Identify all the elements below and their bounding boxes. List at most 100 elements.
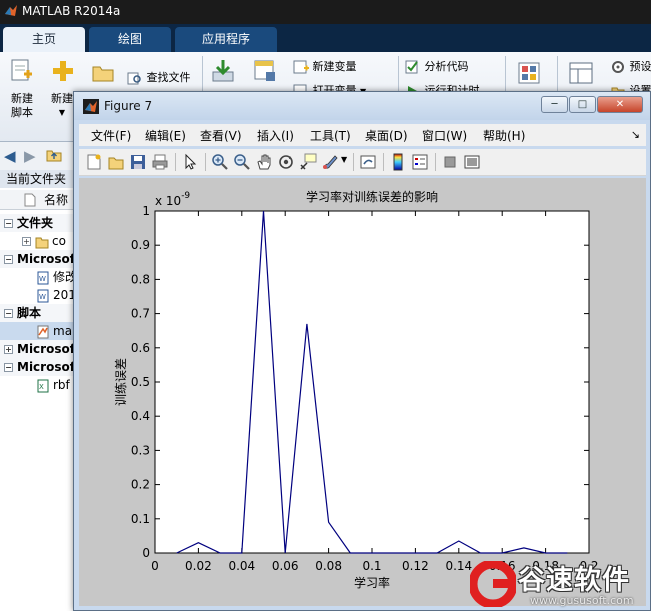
insert-legend-icon[interactable] — [411, 153, 429, 171]
brush-icon[interactable] — [321, 153, 339, 171]
layout-icon[interactable] — [568, 60, 594, 86]
new-icon — [53, 61, 73, 81]
zoom-in-icon[interactable] — [211, 153, 229, 171]
figure-titlebar[interactable]: Figure 7 ─ □ ✕ — [74, 92, 650, 120]
back-arrow-icon[interactable]: ◀ — [4, 147, 16, 165]
current-folder-header: 当前文件夹 — [0, 170, 80, 188]
menu-tools[interactable]: 工具(T) — [310, 127, 351, 144]
new-variable-button[interactable]: 新建变量 — [293, 58, 357, 74]
menu-desktop[interactable]: 桌面(D) — [365, 127, 408, 144]
hide-plot-tools-icon[interactable] — [441, 153, 459, 171]
data-cursor-icon[interactable] — [299, 153, 317, 171]
save-workspace-icon[interactable] — [252, 58, 278, 84]
analyze-code-label: 分析代码 — [424, 60, 469, 73]
word-document-icon: W — [37, 289, 49, 302]
collapse-icon[interactable]: − — [4, 363, 13, 372]
name-column-label: 名称 — [44, 193, 69, 207]
forward-arrow-icon[interactable]: ▶ — [24, 147, 36, 165]
save-icon[interactable] — [129, 153, 147, 171]
collapse-icon[interactable]: − — [4, 309, 13, 318]
pan-hand-icon[interactable] — [255, 153, 273, 171]
tab-apps[interactable]: 应用程序 — [175, 27, 277, 52]
matlab-window-title: MATLAB R2014a — [22, 4, 121, 18]
collapse-icon[interactable]: − — [4, 255, 13, 264]
menu-help[interactable]: 帮助(H) — [483, 127, 525, 144]
x-tick-label: 0.02 — [185, 559, 212, 573]
name-column-header[interactable]: 名称 — [0, 190, 80, 210]
import-data-icon[interactable] — [210, 58, 236, 84]
tree-group-header[interactable]: − 脚本 — [0, 304, 80, 322]
expand-icon[interactable]: + — [22, 237, 31, 246]
menu-window[interactable]: 窗口(W) — [422, 127, 467, 144]
new-script-button[interactable]: 新建 脚本 — [6, 92, 38, 120]
y-tick-label: 0.3 — [131, 443, 150, 457]
toolbar-separator — [205, 153, 206, 171]
brush-dropdown-arrow-icon[interactable]: ▼ — [341, 155, 347, 164]
up-folder-icon[interactable] — [46, 148, 62, 162]
toolbar-separator — [383, 153, 384, 171]
figure-toolbar: ▼ — [79, 149, 646, 176]
tab-plots[interactable]: 绘图 — [89, 27, 171, 52]
new-variable-icon — [293, 60, 309, 74]
tree-file-item[interactable]: + co — [0, 232, 80, 250]
toolbar-separator — [435, 153, 436, 171]
menu-insert[interactable]: 插入(I) — [257, 127, 294, 144]
link-plot-icon[interactable] — [359, 153, 377, 171]
gear-icon — [612, 61, 624, 73]
zoom-out-icon[interactable] — [233, 153, 251, 171]
y-axis-label: 训练误差 — [113, 358, 128, 406]
current-folder-panel: ◀ ▶ 当前文件夹 名称 − 文件夹 + co − Microsof W 修改 W 201− 脚本 m… — [0, 142, 80, 611]
plot-area[interactable]: 0 0.1 0.2 0.3 0.4 0.5 0.6 0.7 0.8 0.9 1 0 0.02 0.04 0… — [79, 178, 646, 606]
minimize-button[interactable]: ─ — [541, 96, 568, 113]
address-toolbar: ◀ ▶ — [0, 142, 80, 170]
x-tick-label: 0.14 — [445, 559, 472, 573]
simulink-library-icon[interactable] — [516, 60, 542, 86]
tree-group-header[interactable]: + Microsof — [0, 340, 80, 358]
preferences-button[interactable]: 预设 — [610, 58, 651, 74]
y-tick-label: 0.4 — [131, 409, 150, 423]
show-plot-tools-icon[interactable] — [463, 153, 481, 171]
matlab-logo-icon — [83, 99, 99, 114]
menu-view[interactable]: 查看(V) — [200, 127, 242, 144]
tab-home[interactable]: 主页 — [3, 27, 85, 52]
svg-text:W: W — [39, 293, 46, 301]
tree-file-item[interactable]: Xrbf — [0, 376, 80, 394]
expand-icon[interactable]: + — [4, 345, 13, 354]
find-files-button[interactable]: 查找文件 — [127, 69, 191, 85]
open-folder-icon[interactable] — [90, 60, 116, 86]
menu-edit[interactable]: 编辑(E) — [145, 127, 186, 144]
y-tick-label: 0.1 — [131, 512, 150, 526]
tree-file-item[interactable]: W 修改 — [0, 268, 80, 286]
tree-file-item[interactable]: ma — [0, 322, 80, 340]
y-tick-label: 0 — [142, 546, 150, 560]
edit-plot-cursor-icon[interactable] — [181, 153, 199, 171]
menu-file[interactable]: 文件(F) — [91, 127, 131, 144]
analyze-code-button[interactable]: 分析代码 — [405, 58, 469, 74]
tree-item-label: Microsof — [17, 360, 75, 374]
maximize-button[interactable]: □ — [569, 96, 596, 113]
svg-text:X: X — [39, 383, 44, 391]
excel-file-icon: X — [37, 379, 49, 392]
gususoft-logo-icon — [470, 561, 516, 607]
tree-item-label: co — [52, 234, 66, 248]
figure-menubar: 文件(F) 编辑(E) 查看(V) 插入(I) 工具(T) 桌面(D) 窗口(W… — [79, 124, 646, 146]
close-button[interactable]: ✕ — [597, 96, 643, 113]
tree-file-item[interactable]: W 201 — [0, 286, 80, 304]
tree-group-header[interactable]: − Microsof — [0, 358, 80, 376]
x-tick-label: 0.06 — [272, 559, 299, 573]
open-file-icon[interactable] — [107, 153, 125, 171]
figure-canvas[interactable]: 0 0.1 0.2 0.3 0.4 0.5 0.6 0.7 0.8 0.9 1 0 0.02 0.04 0… — [79, 178, 646, 606]
watermark-url: www.gususoft.com — [530, 594, 634, 607]
y-tick-label: 1 — [142, 204, 150, 218]
new-figure-icon[interactable] — [85, 153, 103, 171]
matlab-titlebar: MATLAB R2014a — [0, 0, 651, 24]
insert-colorbar-icon[interactable] — [389, 153, 407, 171]
new-script-label: 新建 脚本 — [11, 92, 33, 119]
print-icon[interactable] — [151, 153, 169, 171]
tree-group-header[interactable]: − Microsof — [0, 250, 80, 268]
collapse-icon[interactable]: − — [4, 219, 13, 228]
find-files-label: 查找文件 — [146, 71, 191, 84]
tree-group-header[interactable]: − 文件夹 — [0, 214, 80, 232]
rotate-3d-icon[interactable] — [277, 153, 295, 171]
menubar-dock-arrow-icon[interactable]: ↘ — [631, 128, 640, 141]
